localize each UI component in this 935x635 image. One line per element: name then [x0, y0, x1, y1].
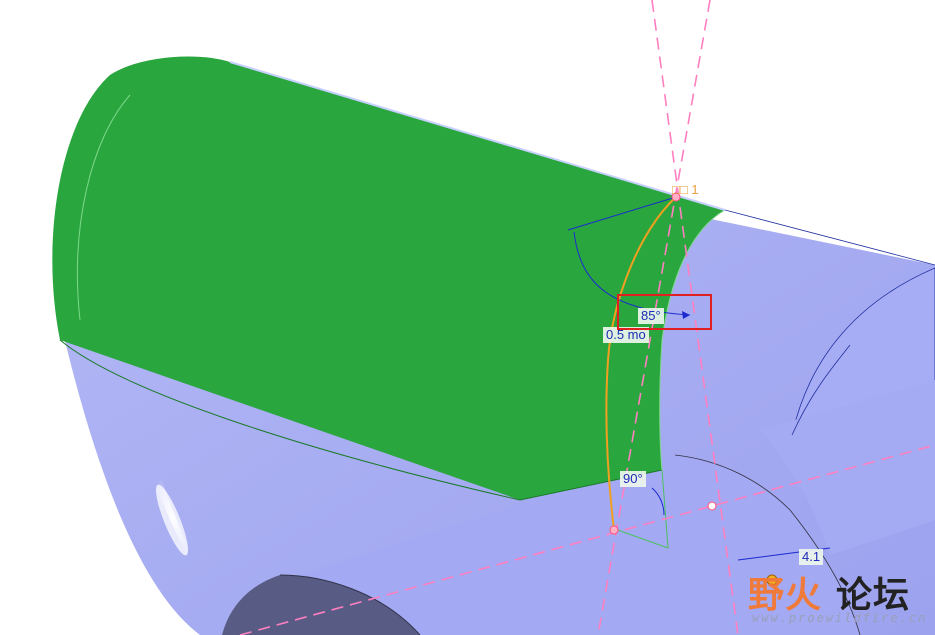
3d-model-viewport[interactable]: □□ 1 0.5 mo 85° 90° 4.1 野火 论坛 www.proewi… — [0, 0, 935, 635]
sketch-point-bottom — [609, 525, 619, 535]
watermark-url: www.proewildfire.cn — [752, 611, 928, 625]
highlight-box — [617, 294, 712, 330]
model-graphics — [52, 0, 935, 635]
point-label: □□ 1 — [672, 182, 699, 197]
sketch-point-mid — [707, 501, 717, 511]
bottom-angle-dimension-label[interactable]: 90° — [620, 471, 646, 487]
distance-dimension-label[interactable]: 4.1 — [799, 549, 824, 565]
